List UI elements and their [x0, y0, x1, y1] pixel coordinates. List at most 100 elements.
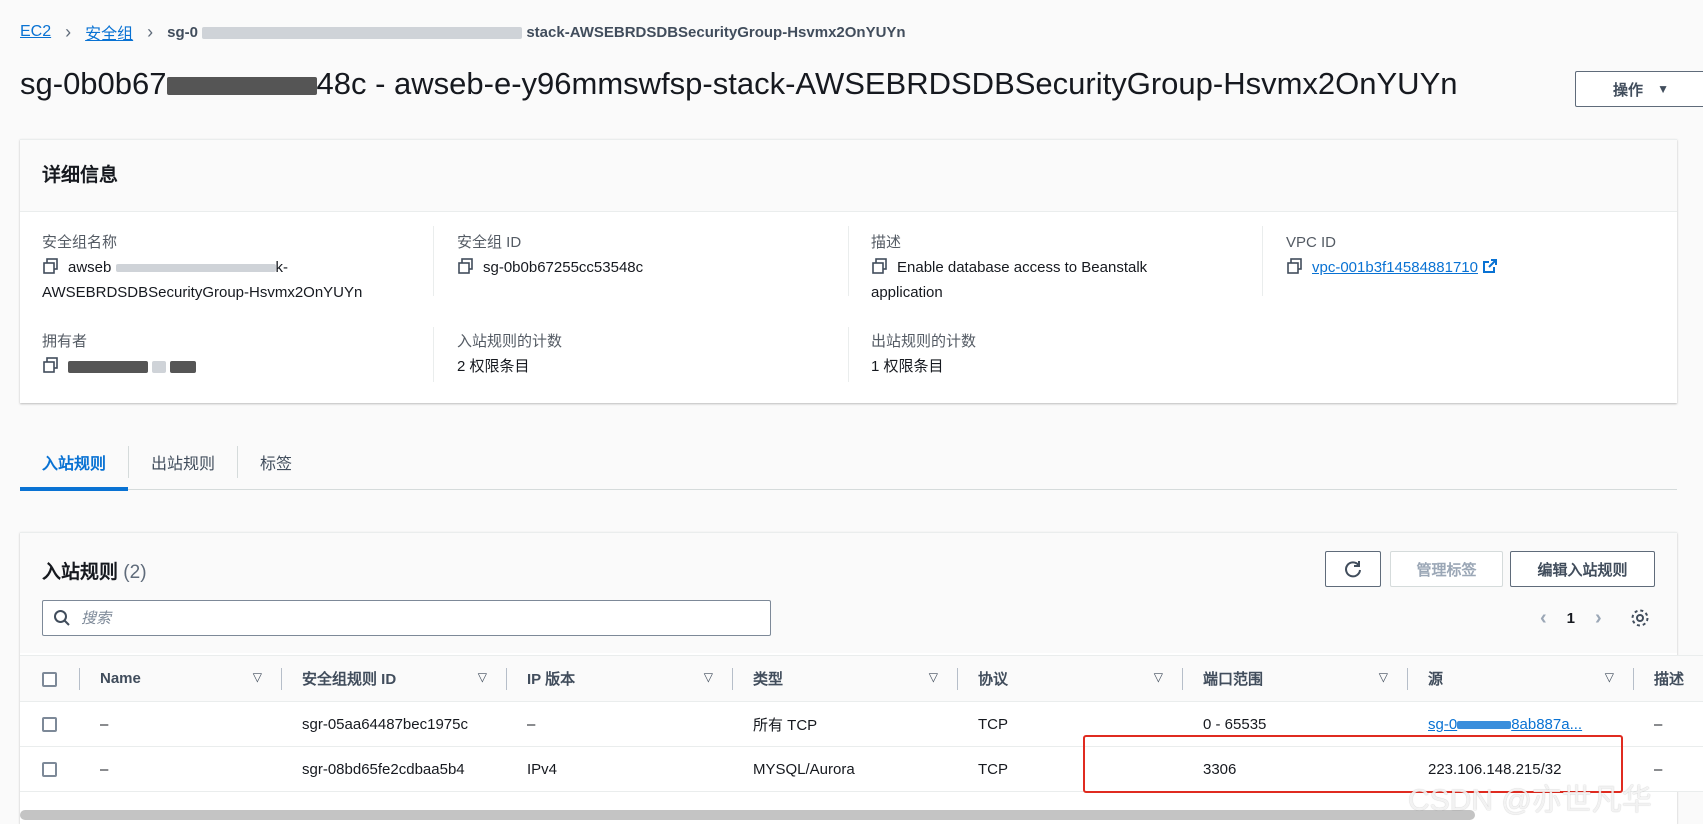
rules-toolbar: 入站规则 (2) 管理标签 编辑入站规则 ‹ 1 ›	[20, 533, 1677, 653]
cell-description: –	[1634, 701, 1703, 747]
tab-tags[interactable]: 标签	[238, 434, 314, 490]
redacted-block	[202, 26, 523, 39]
sg-name-value-line2: AWSEBRDSDBSecurityGroup-Hsvmx2OnYUYn	[42, 284, 363, 301]
chevron-right-icon: ›	[65, 21, 72, 42]
sg-name-value: awseb k-	[42, 255, 362, 280]
rules-count: (2)	[123, 562, 147, 583]
divider	[433, 226, 434, 296]
cell-rule-id: sgr-08bd65fe2cdbaa5b4	[282, 746, 507, 792]
chevron-right-icon: ›	[147, 21, 154, 42]
search-input[interactable]	[81, 609, 721, 627]
table-header-row: Name ▽ 安全组规则 ID ▽ IP 版本 ▽ 类型 ▽ 协议 ▽ 端口范围 ▽ 源 ▽ …	[20, 655, 1703, 702]
select-all-header	[20, 655, 80, 702]
copy-icon[interactable]	[42, 257, 60, 275]
cell-name: –	[80, 701, 282, 747]
row-checkbox[interactable]	[42, 762, 57, 778]
column-header-rule-id[interactable]: 安全组规则 ID ▽	[282, 655, 507, 702]
vpc-id-value: vpc-001b3f14584881710	[1286, 255, 1498, 280]
copy-icon[interactable]	[42, 356, 60, 374]
sg-id-value: sg-0b0b67255cc53548c	[457, 255, 643, 280]
column-header-ip-version[interactable]: IP 版本 ▽	[507, 655, 733, 702]
sg-name-field: 安全组名称 awseb k- AWSEBRDSDBSecurityGroup-H…	[42, 230, 362, 305]
chevron-left-icon[interactable]: ‹	[1540, 607, 1547, 630]
source-sg-link[interactable]: sg-0 8ab887a...	[1428, 716, 1582, 733]
column-header-port-range[interactable]: 端口范围 ▽	[1183, 655, 1408, 702]
select-all-checkbox[interactable]	[42, 671, 57, 687]
owner-field: 拥有者	[42, 329, 197, 379]
chevron-right-icon[interactable]: ›	[1595, 607, 1602, 630]
tab-inbound-rules[interactable]: 入站规则	[20, 434, 129, 491]
cell-source: sg-0 8ab887a...	[1408, 701, 1634, 747]
cell-ip-version: –	[507, 701, 733, 747]
column-header-type[interactable]: 类型 ▽	[733, 655, 958, 702]
table-row[interactable]: – sgr-05aa64487bec1975c – 所有 TCP TCP 0 -…	[20, 701, 1703, 747]
inbound-count-value: 2 权限条目	[457, 358, 530, 375]
breadcrumb-current-prefix: sg-0	[167, 23, 198, 41]
cell-port-range: 3306	[1183, 746, 1408, 792]
breadcrumb-ec2-link[interactable]: EC2	[20, 23, 51, 41]
cell-ip-version: IPv4	[507, 746, 733, 792]
sort-icon[interactable]: ▽	[929, 670, 938, 684]
caret-down-icon: ▼	[1657, 82, 1669, 96]
cell-protocol: TCP	[958, 701, 1183, 747]
column-header-protocol[interactable]: 协议 ▽	[958, 655, 1183, 702]
divider	[848, 327, 849, 382]
column-header-source[interactable]: 源 ▽	[1408, 655, 1634, 702]
redacted-block	[170, 361, 197, 374]
manage-tags-button[interactable]: 管理标签	[1390, 551, 1503, 587]
outbound-count-label: 出站规则的计数	[871, 333, 977, 350]
outbound-count-value: 1 权限条目	[871, 358, 944, 375]
page-title: sg-0b0b67 48c - awseb-e-y96mmswfsp-stack-…	[20, 66, 1458, 102]
cell-type: 所有 TCP	[733, 701, 958, 747]
sort-icon[interactable]: ▽	[1379, 670, 1388, 684]
horizontal-scrollbar[interactable]	[20, 810, 1475, 820]
inbound-count-field: 入站规则的计数 2 权限条目	[457, 329, 562, 379]
description-value: Enable database access to Beanstalk	[871, 255, 1147, 280]
refresh-button[interactable]	[1325, 551, 1381, 587]
outbound-count-field: 出站规则的计数 1 权限条目	[871, 329, 976, 379]
copy-icon[interactable]	[457, 257, 475, 275]
copy-icon[interactable]	[1286, 257, 1304, 275]
sort-icon[interactable]: ▽	[1605, 670, 1614, 684]
rules-title: 入站规则 (2)	[42, 562, 147, 583]
sort-icon[interactable]: ▽	[478, 670, 487, 684]
column-header-description[interactable]: 描述	[1634, 655, 1703, 702]
vpc-id-label: VPC ID	[1286, 234, 1337, 251]
redacted-block	[68, 361, 148, 374]
page-title-rest: 48c - awseb-e-y96mmswfsp-stack-AWSEBRDSD…	[316, 66, 1458, 101]
redacted-block	[152, 361, 167, 374]
cell-type: MYSQL/Aurora	[733, 746, 958, 792]
details-heading: 详细信息	[20, 140, 1677, 212]
divider	[433, 327, 434, 382]
search-box	[42, 600, 771, 636]
tab-outbound-rules[interactable]: 出站规则	[129, 434, 237, 490]
sort-icon[interactable]: ▽	[1154, 670, 1163, 684]
actions-dropdown-button[interactable]: 操作 ▼	[1575, 71, 1703, 107]
breadcrumb-security-groups-link[interactable]: 安全组	[85, 20, 133, 44]
owner-label: 拥有者	[42, 333, 88, 350]
divider	[848, 226, 849, 296]
sg-id-field: 安全组 ID sg-0b0b67255cc53548c	[457, 230, 643, 280]
external-link-icon[interactable]	[1482, 258, 1498, 274]
breadcrumb: EC2 › 安全组 › sg-0 stack-AWSEBRDSDBSecurit…	[20, 20, 906, 44]
sort-icon[interactable]: ▽	[704, 670, 713, 684]
edit-inbound-rules-button[interactable]: 编辑入站规则	[1510, 551, 1655, 587]
row-checkbox[interactable]	[42, 717, 57, 733]
inbound-rules-table: Name ▽ 安全组规则 ID ▽ IP 版本 ▽ 类型 ▽ 协议 ▽ 端口范围 ▽ 源 ▽ …	[20, 655, 1703, 792]
gear-icon[interactable]	[1630, 608, 1650, 628]
breadcrumb-current-suffix: stack-AWSEBRDSDBSecurityGroup-Hsvmx2OnYU…	[526, 23, 906, 41]
inbound-count-label: 入站规则的计数	[457, 333, 563, 350]
breadcrumb-current: sg-0 stack-AWSEBRDSDBSecurityGroup-Hsvmx…	[167, 24, 905, 41]
vpc-id-link[interactable]: vpc-001b3f14584881710	[1312, 259, 1478, 276]
copy-icon[interactable]	[871, 257, 889, 275]
column-header-name[interactable]: Name ▽	[80, 655, 282, 702]
redacted-block	[115, 264, 276, 273]
description-field: 描述 Enable database access to Beanstalk a…	[871, 230, 1147, 305]
redacted-block	[1457, 720, 1512, 729]
sort-icon[interactable]: ▽	[253, 670, 262, 684]
page-number[interactable]: 1	[1567, 610, 1575, 627]
cell-port-range: 0 - 65535	[1183, 701, 1408, 747]
sg-id-label: 安全组 ID	[457, 234, 522, 251]
pagination: ‹ 1 ›	[1540, 607, 1602, 630]
divider	[1262, 226, 1263, 296]
